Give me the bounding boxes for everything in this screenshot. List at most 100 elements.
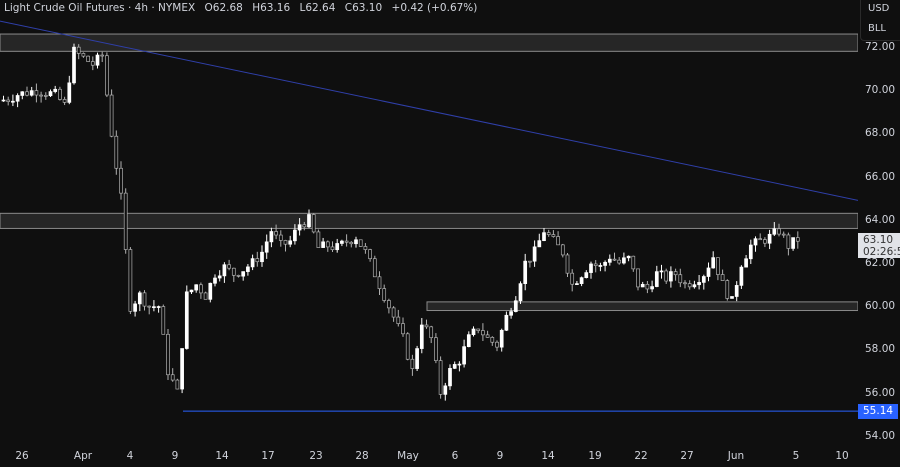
candle-body	[90, 61, 95, 66]
y-tick-label: 62.00	[865, 257, 896, 269]
x-tick-label: Jun	[727, 450, 745, 462]
candle-body	[701, 276, 706, 283]
candle-body	[363, 246, 368, 250]
x-tick-label: 14	[215, 450, 229, 462]
candle-body	[34, 90, 39, 96]
candle-body	[194, 284, 199, 291]
candle-body	[316, 231, 321, 248]
candle-body	[631, 255, 636, 270]
open-value: O62.68	[204, 2, 243, 14]
candle-body	[311, 214, 316, 233]
candle-body	[593, 263, 598, 266]
candle-body	[20, 91, 25, 96]
candle-body	[236, 274, 241, 277]
change-value: +0.42 (+0.67%)	[391, 2, 478, 14]
candle-body	[626, 255, 631, 259]
candle-body	[72, 46, 76, 84]
candle-body	[297, 224, 302, 231]
candle-body	[415, 348, 419, 369]
candle-body	[321, 241, 325, 248]
candle-body	[43, 95, 48, 97]
candle-body	[537, 240, 542, 248]
candle-body	[438, 360, 443, 395]
high-value: H63.16	[252, 2, 291, 14]
candle-body	[659, 270, 664, 273]
last-price-label: 63.10 02:26:52	[858, 233, 900, 258]
candle-body	[288, 240, 293, 245]
candle-body	[76, 46, 81, 54]
close-value: C63.10	[344, 2, 383, 14]
x-tick-label: 28	[355, 450, 369, 462]
candle-body	[669, 271, 673, 282]
candle-body	[786, 234, 791, 249]
candle-body	[340, 240, 344, 244]
price-chart[interactable]	[0, 0, 858, 445]
candle-body	[485, 334, 490, 338]
candle-body	[504, 314, 509, 331]
candle-body	[645, 283, 650, 290]
x-tick-label: 27	[680, 450, 694, 462]
y-tick-label: 60.00	[865, 300, 896, 313]
candle-body	[6, 99, 11, 102]
candle-body	[166, 333, 170, 376]
candle-body	[109, 94, 114, 137]
candle-body	[584, 272, 589, 278]
candle-body	[523, 260, 528, 284]
candle-body	[692, 284, 697, 288]
candle-body	[217, 275, 222, 279]
candle-body	[86, 55, 90, 62]
candle-body	[476, 328, 481, 331]
x-tick-label: 9	[171, 450, 179, 462]
candle-body	[598, 265, 603, 267]
unit-label[interactable]: BLL	[861, 20, 900, 40]
candle-body	[325, 241, 330, 248]
candle-body	[622, 257, 626, 264]
candle-body	[405, 333, 410, 360]
candle-body	[448, 368, 452, 387]
candle-body	[293, 229, 297, 242]
candle-body	[114, 135, 119, 169]
currency-label[interactable]: USD	[861, 0, 900, 20]
candle-body	[687, 283, 692, 288]
candle-body	[777, 228, 781, 235]
candle-body	[11, 100, 15, 103]
candle-body	[349, 241, 354, 245]
candle-body	[260, 251, 264, 263]
x-tick-label: May	[397, 450, 419, 462]
candle-body	[137, 292, 142, 305]
candle-body	[213, 277, 217, 284]
candle-body	[39, 94, 43, 97]
candle-body	[697, 282, 701, 286]
candle-body	[278, 234, 283, 241]
candle-body	[457, 363, 462, 366]
symbol-legend: Light Crude Oil Futures · 4h · NYMEX O62…	[4, 2, 483, 14]
candle-body	[640, 283, 645, 288]
candle-body	[15, 95, 20, 102]
candle-body	[509, 311, 513, 316]
candle-body	[391, 307, 396, 318]
candle-body	[170, 374, 175, 381]
candle-body	[396, 316, 401, 324]
candle-body	[758, 238, 763, 241]
y-tick-label: 58.00	[865, 343, 896, 356]
candle-body	[227, 264, 231, 269]
candle-body	[528, 260, 532, 263]
resistance-zone	[0, 33, 858, 52]
y-tick-label: 68.00	[865, 127, 896, 140]
candle-body	[377, 276, 382, 289]
x-tick-label: Apr	[73, 450, 93, 462]
candle-body	[570, 272, 575, 285]
candle-body	[673, 271, 678, 276]
candle-body	[424, 324, 429, 328]
candle-body	[664, 270, 669, 282]
unit-selector[interactable]: USD BLL	[860, 0, 900, 41]
candle-body	[152, 306, 156, 309]
candle-body	[269, 231, 274, 243]
candle-body	[607, 258, 612, 263]
candle-body	[335, 243, 340, 251]
candle-body	[579, 277, 584, 284]
candle-body	[95, 54, 100, 66]
candle-body	[222, 264, 227, 277]
candle-body	[767, 233, 772, 244]
y-tick-label: 66.00	[865, 170, 896, 183]
